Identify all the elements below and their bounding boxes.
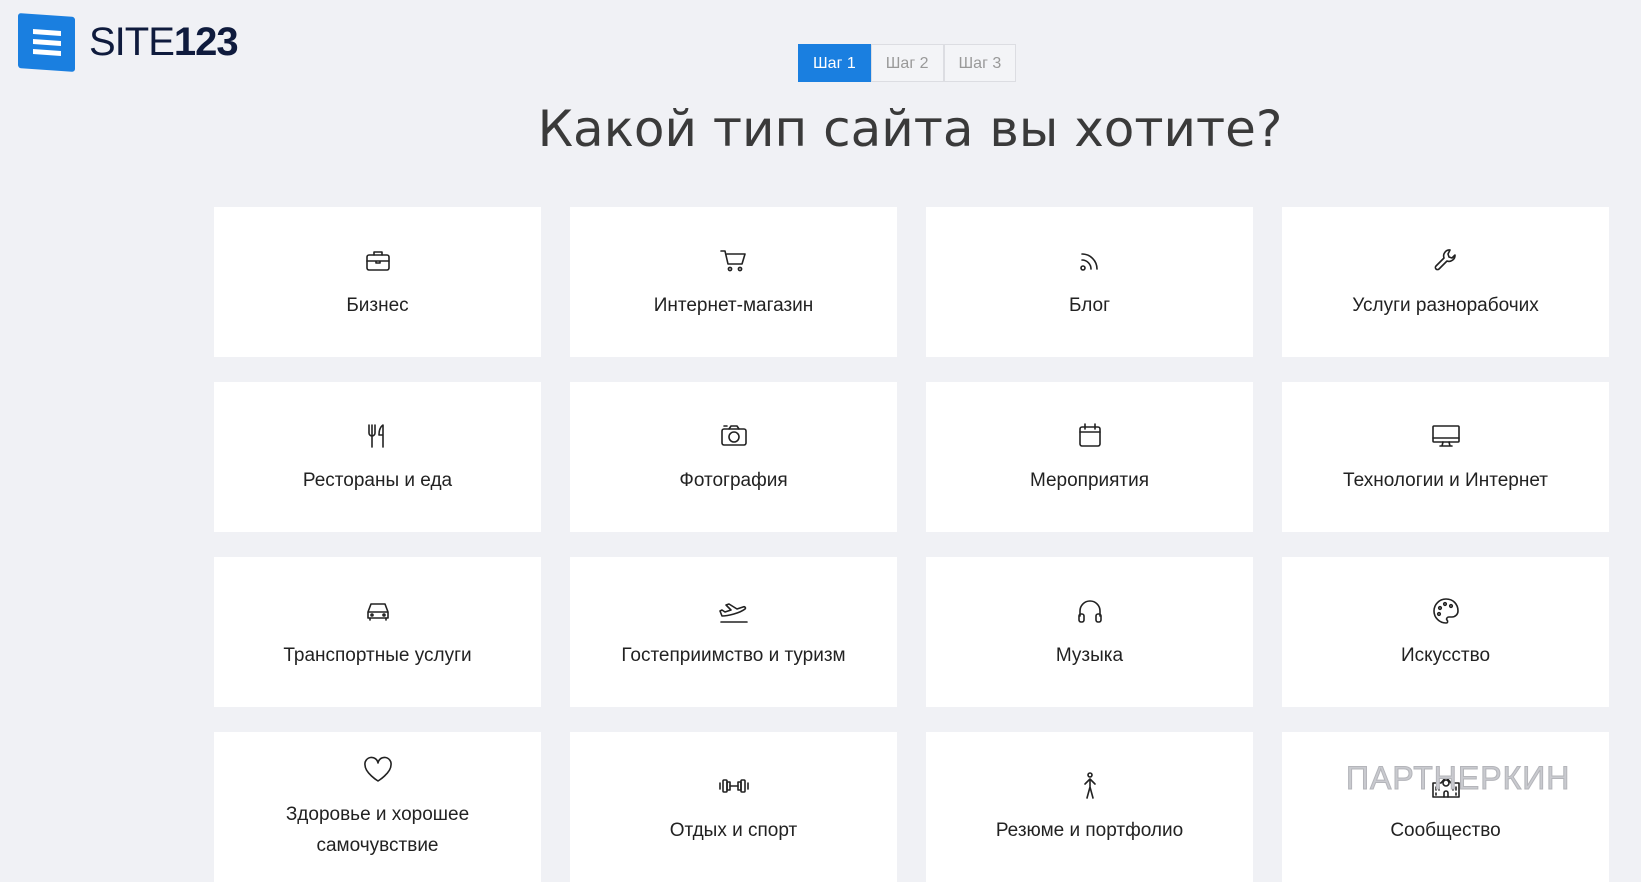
category-label: Отдых и спорт	[669, 819, 798, 841]
briefcase-icon	[365, 250, 390, 271]
camera-icon	[720, 424, 747, 446]
category-label: Рестораны и еда	[302, 469, 453, 491]
logo-menu-icon	[18, 13, 75, 72]
category-label: Бизнес	[346, 294, 409, 316]
category-label: Интернет-магазин	[653, 294, 814, 316]
category-label: Транспортные услуги	[283, 644, 472, 666]
step-tabs: Шаг 1 Шаг 2 Шаг 3	[798, 44, 1017, 82]
category-label: Резюме и портфолио	[995, 819, 1184, 841]
logo[interactable]: SITE123	[18, 13, 239, 72]
person-icon	[1083, 771, 1096, 799]
category-card[interactable]: Музыка	[926, 557, 1253, 707]
category-label: Технологии и Интернет	[1343, 469, 1548, 491]
category-card[interactable]: Интернет-магазин	[570, 207, 897, 357]
cart-icon	[719, 249, 746, 271]
category-card[interactable]: Фотография	[570, 382, 897, 532]
fork-knife-icon	[367, 423, 384, 448]
category-card[interactable]: Сообщество	[1282, 732, 1609, 882]
category-label: Блог	[1068, 294, 1111, 316]
monitor-icon	[1431, 424, 1460, 447]
calendar-icon	[1078, 422, 1101, 447]
category-label: Фотография	[679, 469, 788, 491]
category-card[interactable]: Здоровье и хорошее самочувствие	[214, 732, 541, 882]
category-card[interactable]: Отдых и спорт	[570, 732, 897, 882]
category-card[interactable]: Искусство	[1282, 557, 1609, 707]
category-card[interactable]: Гостеприимство и туризм	[570, 557, 897, 707]
logo-text: SITE123	[89, 20, 239, 65]
heart-icon	[363, 756, 392, 782]
category-card[interactable]: Бизнес	[214, 207, 541, 357]
dumbbell-icon	[718, 778, 749, 793]
logo-text-light: SITE	[89, 20, 175, 64]
page-title: Какой тип сайта вы хотите?	[537, 100, 1283, 158]
category-card[interactable]: Мероприятия	[926, 382, 1253, 532]
category-card[interactable]: Транспортные услуги	[214, 557, 541, 707]
building-icon	[1431, 775, 1460, 798]
step-2-tab[interactable]: Шаг 2	[870, 44, 944, 82]
category-card[interactable]: Блог	[926, 207, 1253, 357]
plane-icon	[718, 602, 748, 623]
rss-icon	[1079, 252, 1098, 271]
category-card[interactable]: Технологии и Интернет	[1282, 382, 1609, 532]
category-label: Музыка	[1055, 644, 1124, 666]
step-3-tab[interactable]: Шаг 3	[943, 44, 1017, 82]
category-label: Мероприятия	[1029, 469, 1150, 491]
headphones-icon	[1077, 599, 1102, 623]
category-label: Услуги разнорабочих	[1352, 294, 1539, 316]
category-card[interactable]: Рестораны и еда	[214, 382, 541, 532]
category-label: Искусство	[1400, 644, 1491, 666]
category-label: Гостеприимство и туризм	[621, 644, 846, 666]
category-label: Сообщество	[1390, 819, 1501, 841]
category-grid: Бизнес Интернет-магазин Блог Услуги разнора…	[214, 207, 1609, 882]
car-icon	[366, 602, 389, 621]
step-1-tab[interactable]: Шаг 1	[798, 44, 871, 82]
category-card[interactable]: Услуги разнорабочих	[1282, 207, 1609, 357]
wrench-icon	[1434, 248, 1456, 270]
logo-text-bold: 123	[173, 20, 239, 64]
palette-icon	[1432, 597, 1459, 624]
category-card[interactable]: Резюме и портфолио	[926, 732, 1253, 882]
category-label: Здоровье и хорошее самочувствие	[285, 804, 470, 856]
